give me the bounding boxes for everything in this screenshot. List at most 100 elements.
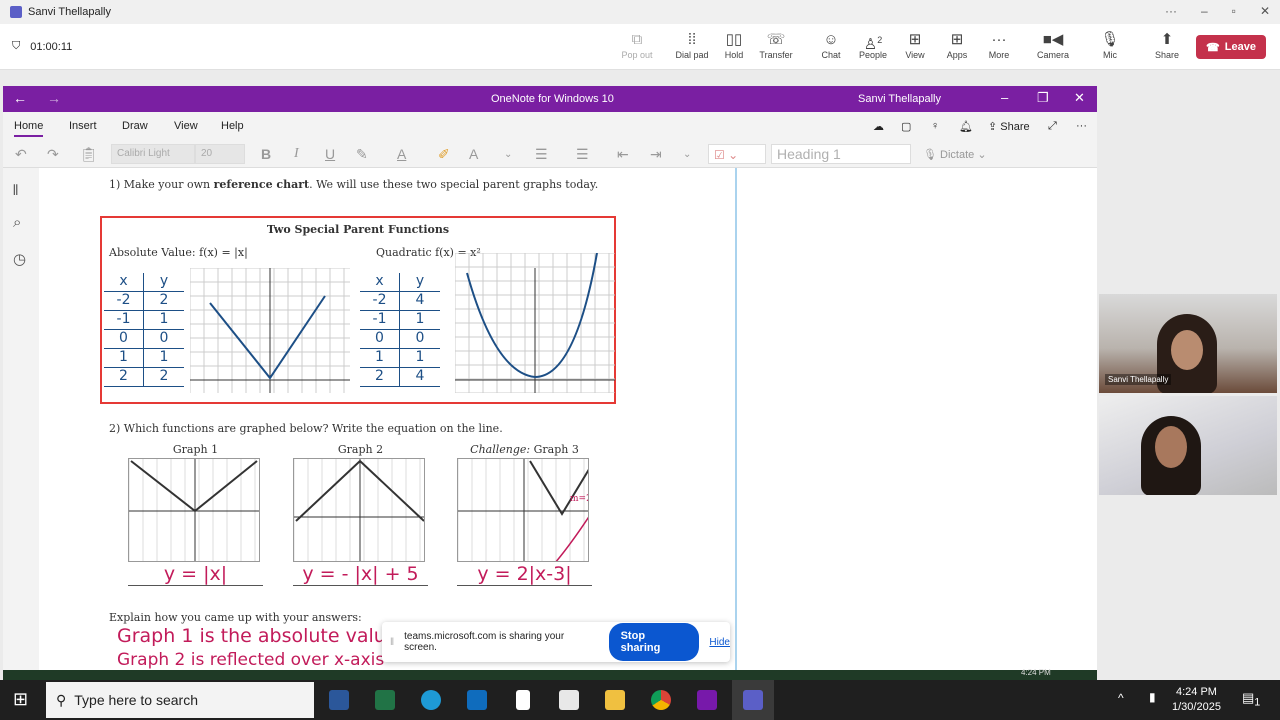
- notification-icon[interactable]: ▤1: [1242, 690, 1260, 709]
- camera-button[interactable]: ■◀ Camera: [1031, 30, 1075, 60]
- redo-icon[interactable]: ↷: [47, 146, 59, 163]
- format-painter-icon[interactable]: ✐: [438, 146, 450, 163]
- tab-help[interactable]: Help: [221, 120, 244, 132]
- notebook-icon[interactable]: ▢: [901, 120, 911, 133]
- label: More: [988, 50, 1010, 60]
- edge-icon[interactable]: [421, 690, 441, 710]
- table-cell: y: [415, 273, 425, 289]
- file-icon[interactable]: [516, 690, 530, 710]
- table-row: xy: [360, 273, 440, 292]
- mic-icon: 🎙: [1100, 31, 1120, 48]
- excel-icon[interactable]: [375, 690, 395, 710]
- hide-link[interactable]: Hide: [709, 637, 730, 648]
- onenote-icon[interactable]: [697, 690, 717, 710]
- clipboard-icon[interactable]: 📋︎: [80, 146, 98, 163]
- indent-icon[interactable]: ⇥: [650, 146, 662, 163]
- chevron-down-icon[interactable]: ⌄: [504, 149, 512, 160]
- maximize-button[interactable]: ❐: [1037, 90, 1049, 106]
- dictate-button[interactable]: 🎙︎ Dictate ⌄: [923, 148, 987, 161]
- leave-button[interactable]: ☎ Leave: [1196, 35, 1266, 59]
- table-cell: 1: [159, 349, 169, 365]
- more-icon[interactable]: ···: [1165, 4, 1177, 18]
- taskbar-search[interactable]: ⚲ Type here to search: [46, 682, 314, 718]
- file-explorer-icon[interactable]: [605, 690, 625, 710]
- clock[interactable]: 4:24 PM 1/30/2025: [1172, 685, 1221, 715]
- search-icon[interactable]: ⌕: [13, 214, 21, 231]
- windows-start-icon[interactable]: ⊞: [13, 689, 28, 710]
- tray-chevron-icon[interactable]: ^: [1118, 691, 1124, 705]
- windows-taskbar: ⊞ ⚲ Type here to search ^ ▮ 4:24 PM 1/30/2…: [0, 680, 1280, 720]
- abs-value-table: x y -2 2 -1 1 0 0 1 1 2 2: [104, 273, 184, 387]
- bell-icon[interactable]: 🔔︎: [959, 120, 973, 133]
- style-select[interactable]: Heading 1: [771, 144, 911, 164]
- minimize-button[interactable]: –: [1001, 90, 1008, 105]
- box-title: Two Special Parent Functions: [266, 223, 450, 236]
- numbering-icon[interactable]: ☰: [576, 146, 589, 163]
- highlight-icon[interactable]: ✎: [356, 146, 368, 163]
- bullets-icon[interactable]: ☰: [535, 146, 548, 163]
- table-cell: y: [159, 273, 169, 289]
- font-color-icon[interactable]: A: [397, 146, 406, 162]
- chat-button[interactable]: ☺ Chat: [809, 30, 853, 60]
- more-icon[interactable]: ···: [1076, 120, 1087, 132]
- more-button[interactable]: ··· More: [977, 30, 1021, 60]
- outlook-icon[interactable]: [467, 690, 487, 710]
- bold-icon[interactable]: B: [261, 146, 271, 162]
- teams-taskbar-button[interactable]: [732, 680, 774, 720]
- pop-out-button[interactable]: ⧉ Pop out: [615, 30, 659, 60]
- underline-icon[interactable]: U: [325, 146, 335, 162]
- label: Mic: [1103, 50, 1117, 60]
- word-icon[interactable]: [329, 690, 349, 710]
- tab-draw[interactable]: Draw: [122, 120, 148, 132]
- restore-button[interactable]: ▫: [1232, 4, 1236, 18]
- recent-icon[interactable]: ◷: [13, 250, 26, 268]
- share-button[interactable]: ⬆ Share: [1145, 30, 1189, 60]
- apps-button[interactable]: ⊞ Apps: [935, 30, 979, 60]
- question-1: 1) Make your own reference chart. We wil…: [109, 178, 598, 191]
- outdent-icon[interactable]: ⇤: [617, 146, 629, 163]
- table-cell: -1: [104, 311, 144, 329]
- close-button[interactable]: ✕: [1260, 4, 1270, 18]
- drag-handle-icon[interactable]: ‖: [390, 637, 394, 648]
- forward-arrow-icon[interactable]: →: [47, 90, 61, 106]
- self-video-tile[interactable]: [1099, 396, 1277, 495]
- fullscreen-icon[interactable]: ⤢: [1048, 120, 1057, 133]
- font-family-select[interactable]: Calibri Light: [111, 144, 195, 164]
- people-button[interactable]: ♙2 People: [851, 30, 895, 60]
- italic-icon[interactable]: I: [294, 146, 299, 162]
- chevron-down-icon[interactable]: ⌄: [683, 149, 691, 160]
- chrome-icon[interactable]: [651, 690, 671, 710]
- back-arrow-icon[interactable]: ←: [13, 90, 27, 106]
- graph-title-text: Graph 3: [530, 443, 579, 456]
- dial-pad-button[interactable]: ⁞⁞ Dial pad: [670, 30, 714, 60]
- font-size-select[interactable]: 20: [195, 144, 245, 164]
- app-title: OneNote for Windows 10: [491, 93, 614, 105]
- undo-icon[interactable]: ↶: [15, 146, 27, 163]
- share-button[interactable]: ⇪ Share: [988, 120, 1030, 133]
- close-button[interactable]: ✕: [1074, 90, 1085, 106]
- table-row: 11: [104, 349, 184, 368]
- view-button[interactable]: ⊞ View: [893, 30, 937, 60]
- participant-video-tile[interactable]: Sanvi Thellapally: [1099, 294, 1277, 393]
- mic-button[interactable]: 🎙 Mic: [1088, 30, 1132, 60]
- table-row: 11: [360, 349, 440, 368]
- abs-label: Absolute Value: f(x) = |x|: [109, 246, 248, 259]
- notebooks-icon[interactable]: 𝍪: [13, 180, 18, 205]
- text-effects-icon[interactable]: A: [469, 146, 478, 162]
- transfer-button[interactable]: ☏ Transfer: [754, 30, 798, 60]
- stop-sharing-button[interactable]: Stop sharing: [608, 623, 700, 661]
- sync-icon[interactable]: ☁: [873, 120, 884, 133]
- label: Pop out: [621, 50, 653, 60]
- tab-view[interactable]: View: [174, 120, 198, 132]
- hold-button[interactable]: ▯▯ Hold: [712, 30, 756, 60]
- store-icon[interactable]: [559, 690, 579, 710]
- tab-home[interactable]: Home: [14, 120, 44, 137]
- lightbulb-icon[interactable]: ♀: [931, 120, 939, 132]
- minimize-button[interactable]: –: [1201, 4, 1208, 18]
- self-face: [1155, 426, 1187, 468]
- mic-tray-icon[interactable]: ▮: [1149, 690, 1156, 704]
- note-page[interactable]: 1) Make your own reference chart. We wil…: [65, 168, 737, 670]
- onenote-title-bar: ← → OneNote for Windows 10 Sanvi Thellap…: [3, 86, 1097, 112]
- tab-insert[interactable]: Insert: [69, 120, 97, 132]
- tag-select[interactable]: ☑ ⌄: [708, 144, 766, 164]
